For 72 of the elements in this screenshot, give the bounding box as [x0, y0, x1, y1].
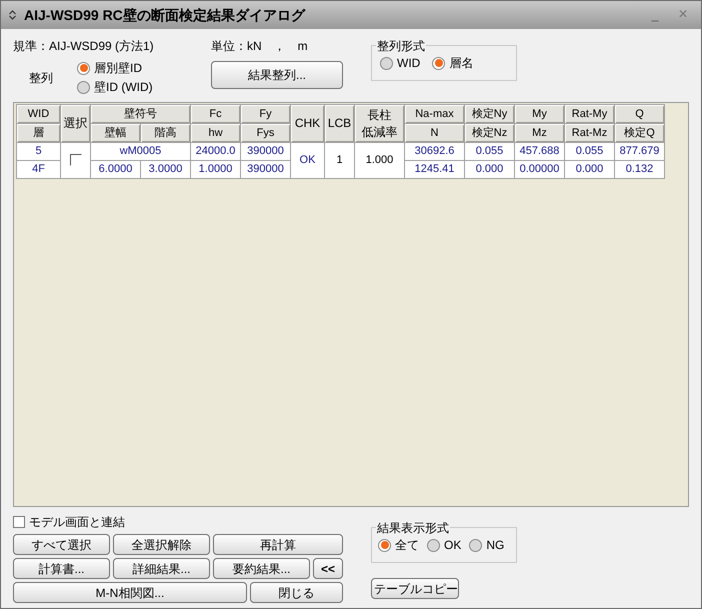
table-cell: 30692.6 [404, 142, 464, 160]
table-cell: 390000 [240, 160, 290, 178]
group-title: 整列形式 [376, 37, 426, 55]
details-button[interactable]: 詳細結果... [113, 558, 210, 579]
close-dialog-button[interactable]: 閉じる [250, 582, 343, 603]
standard-label: 規準：AIJ-WSD99 (方法1) [13, 38, 155, 55]
column-header: N [404, 124, 464, 142]
column-header: 壁幅 [90, 124, 140, 142]
column-header: Fy [240, 104, 290, 124]
radio-option[interactable]: 層名 [432, 54, 474, 72]
table-cell: 390000 [240, 142, 290, 160]
select-all-button[interactable]: すべて選択 [13, 534, 110, 555]
radio-option[interactable]: NG [469, 536, 504, 554]
column-header: 長柱 [366, 106, 392, 124]
column-header: 検定Nz [464, 124, 514, 142]
column-header: Fys [240, 124, 290, 142]
column-header: 検定Q [614, 124, 664, 142]
table-cell: 3.0000 [140, 160, 190, 178]
column-header: Mz [514, 124, 564, 142]
table-cell: 0.055 [464, 142, 514, 160]
column-header: LCB [324, 104, 354, 142]
column-header: 検定Ny [464, 104, 514, 124]
radio-option[interactable]: 全て [378, 536, 419, 554]
table-cell: 877.679 [614, 142, 664, 160]
collapse-button[interactable]: << [313, 558, 343, 579]
link-checkbox[interactable]: モデル画面と連結 [13, 513, 343, 531]
table-cell: 1245.41 [404, 160, 464, 178]
column-header: Na-max [404, 104, 464, 124]
mn-diagram-button[interactable]: M-N相関図... [13, 582, 247, 603]
table-cell: wM0005 [90, 142, 190, 160]
table-cell: 0.000 [464, 160, 514, 178]
column-header: 選択 [60, 104, 90, 142]
table-cell: 4F [16, 160, 60, 178]
table-cell: 0.132 [614, 160, 664, 178]
table-cell: 5 [16, 142, 60, 160]
column-header: 階高 [140, 124, 190, 142]
group-title: 結果表示形式 [376, 519, 450, 537]
window-title: AIJ-WSD99 RC壁の断面検定結果ダイアログ [24, 6, 306, 24]
sort-button[interactable]: 結果整列... [211, 61, 343, 89]
table-cell: 0.00000 [514, 160, 564, 178]
radio-option[interactable]: WID [380, 54, 420, 72]
column-header: Rat-Mz [564, 124, 614, 142]
column-header: Rat-My [564, 104, 614, 124]
column-header: hw [190, 124, 240, 142]
summary-button[interactable]: 要約結果... [213, 558, 310, 579]
column-header: 壁符号 [90, 104, 190, 124]
unit-label: 単位：kN ， m [211, 38, 309, 55]
table-cell: 0.000 [564, 160, 614, 178]
column-header: My [514, 104, 564, 124]
deselect-all-button[interactable]: 全選択解除 [113, 534, 210, 555]
table-cell: 24000.0 [190, 142, 240, 160]
sort-label: 整列 [28, 70, 54, 86]
recalculate-button[interactable]: 再計算 [213, 534, 343, 555]
table-cell: 1.000 [354, 142, 404, 178]
column-header: 層 [16, 124, 60, 142]
table-cell: 0.055 [564, 142, 614, 160]
copy-table-button[interactable]: テーブルコピー [371, 578, 459, 599]
table-cell: 1 [324, 142, 354, 178]
collapse-icon[interactable] [9, 10, 16, 20]
column-header: 低減率 [360, 124, 398, 140]
table-cell: 6.0000 [90, 160, 140, 178]
column-header: WID [16, 104, 60, 124]
column-header: CHK [290, 104, 324, 142]
column-header: Q [614, 104, 664, 124]
report-button[interactable]: 計算書... [13, 558, 110, 579]
radio-option[interactable]: OK [427, 536, 462, 554]
table-cell: OK [290, 142, 324, 178]
radio-option[interactable]: 壁ID (WID) [77, 78, 153, 96]
column-header: Fc [190, 104, 240, 124]
table-cell: 457.688 [514, 142, 564, 160]
radio-option[interactable]: 層別壁ID [77, 59, 153, 77]
table-cell: 1.0000 [190, 160, 240, 178]
